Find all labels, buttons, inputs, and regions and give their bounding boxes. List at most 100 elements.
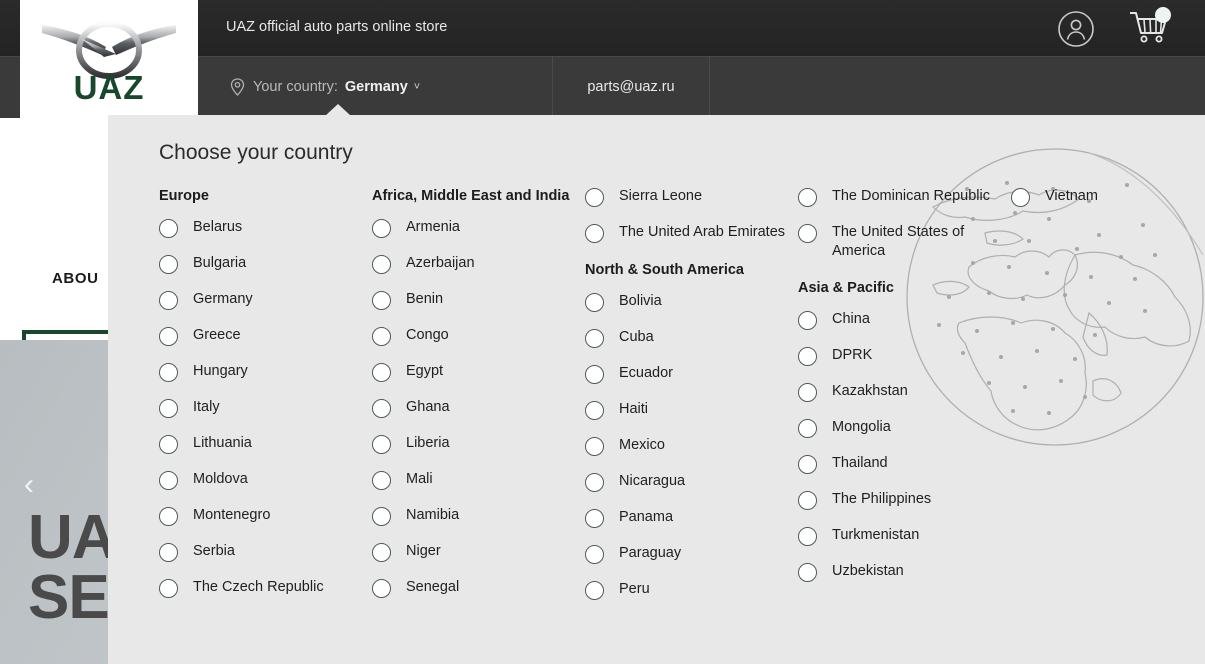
country-option[interactable]: Azerbaijan [372, 254, 585, 275]
carousel-prev-icon[interactable]: ‹ [24, 470, 34, 500]
radio-icon[interactable] [585, 188, 604, 207]
country-option[interactable]: The United States of America [798, 223, 1011, 261]
radio-icon[interactable] [159, 363, 178, 383]
country-label: Mexico [619, 437, 665, 454]
radio-icon[interactable] [585, 473, 604, 493]
country-option[interactable]: Haiti [585, 400, 798, 421]
radio-icon[interactable] [159, 435, 178, 455]
country-option[interactable]: Bulgaria [159, 254, 372, 275]
country-option[interactable]: Congo [372, 326, 585, 347]
country-option[interactable]: Turkmenistan [798, 526, 1011, 546]
radio-icon[interactable] [372, 471, 391, 491]
country-option[interactable]: The United Arab Emirates [585, 223, 798, 243]
country-option[interactable]: Kazakhstan [798, 382, 1011, 402]
country-option[interactable]: DPRK [798, 346, 1011, 366]
country-selector[interactable]: Your country: Germany ˅ [208, 56, 553, 118]
radio-icon[interactable] [372, 399, 391, 419]
radio-icon[interactable] [372, 327, 391, 347]
country-option[interactable]: Cuba [585, 328, 798, 349]
radio-icon[interactable] [159, 291, 178, 311]
radio-icon[interactable] [798, 346, 817, 366]
country-option[interactable]: Paraguay [585, 544, 798, 565]
country-option[interactable]: The Philippines [798, 490, 1011, 510]
country-option[interactable]: Egypt [372, 362, 585, 383]
radio-icon[interactable] [798, 562, 817, 582]
radio-icon[interactable] [372, 363, 391, 383]
radio-icon[interactable] [585, 224, 604, 243]
country-option[interactable]: Ghana [372, 398, 585, 419]
radio-icon[interactable] [798, 490, 817, 510]
country-option[interactable]: Mali [372, 470, 585, 491]
country-option[interactable]: Serbia [159, 542, 372, 563]
radio-icon[interactable] [585, 365, 604, 385]
country-option[interactable]: Greece [159, 326, 372, 347]
radio-icon[interactable] [798, 418, 817, 438]
country-option[interactable]: Lithuania [159, 434, 372, 455]
radio-icon[interactable] [159, 219, 178, 239]
group-heading: Asia & Pacific [798, 279, 894, 296]
radio-icon[interactable] [585, 509, 604, 529]
cart-button[interactable] [1128, 7, 1174, 54]
radio-icon[interactable] [585, 401, 604, 421]
radio-icon[interactable] [159, 543, 178, 563]
nav-item-about[interactable]: ABOU [52, 270, 99, 287]
radio-icon[interactable] [372, 435, 391, 455]
country-option[interactable]: Ecuador [585, 364, 798, 385]
radio-icon[interactable] [159, 579, 178, 599]
country-option[interactable]: Mexico [585, 436, 798, 457]
country-option[interactable]: Moldova [159, 470, 372, 491]
radio-icon[interactable] [798, 310, 817, 330]
radio-icon[interactable] [585, 545, 604, 565]
radio-icon[interactable] [585, 293, 604, 313]
account-button[interactable] [1057, 10, 1095, 53]
country-option[interactable]: Uzbekistan [798, 562, 1011, 582]
radio-icon[interactable] [585, 329, 604, 349]
radio-icon[interactable] [798, 224, 817, 243]
uaz-logo[interactable]: UAZ [20, 0, 198, 118]
country-option[interactable]: Nicaragua [585, 472, 798, 493]
country-option[interactable]: Germany [159, 290, 372, 311]
radio-icon[interactable] [585, 581, 604, 601]
country-option[interactable]: Namibia [372, 506, 585, 527]
radio-icon[interactable] [372, 255, 391, 275]
radio-icon[interactable] [372, 291, 391, 311]
radio-icon[interactable] [372, 507, 391, 527]
radio-icon[interactable] [798, 526, 817, 546]
email-link[interactable]: parts@uaz.ru [587, 79, 674, 95]
country-option[interactable]: Bolivia [585, 292, 798, 313]
country-option[interactable]: Panama [585, 508, 798, 529]
radio-icon[interactable] [1011, 188, 1030, 207]
radio-icon[interactable] [798, 188, 817, 207]
radio-icon[interactable] [372, 579, 391, 599]
radio-icon[interactable] [159, 255, 178, 275]
country-option[interactable]: China [798, 310, 1011, 330]
radio-icon[interactable] [798, 454, 817, 474]
country-option[interactable]: The Dominican Republic [798, 187, 1011, 207]
country-option[interactable]: Armenia [372, 218, 585, 239]
country-option[interactable]: Benin [372, 290, 585, 311]
country-option[interactable]: Peru [585, 580, 798, 601]
country-option[interactable]: Liberia [372, 434, 585, 455]
radio-icon[interactable] [372, 543, 391, 563]
radio-icon[interactable] [159, 471, 178, 491]
radio-icon[interactable] [159, 327, 178, 347]
country-option[interactable]: Niger [372, 542, 585, 563]
country-option[interactable]: Belarus [159, 218, 372, 239]
email-cell[interactable]: parts@uaz.ru [553, 56, 710, 118]
country-label: The Czech Republic [193, 579, 324, 596]
country-option[interactable]: The Czech Republic [159, 578, 372, 599]
country-option[interactable]: Thailand [798, 454, 1011, 474]
country-option[interactable]: Senegal [372, 578, 585, 599]
radio-icon[interactable] [798, 382, 817, 402]
country-option[interactable]: Hungary [159, 362, 372, 383]
country-option[interactable]: Montenegro [159, 506, 372, 527]
radio-icon[interactable] [159, 399, 178, 419]
country-option[interactable]: Sierra Leone [585, 187, 798, 207]
radio-icon[interactable] [585, 437, 604, 457]
radio-icon[interactable] [372, 219, 391, 239]
country-option[interactable]: Italy [159, 398, 372, 419]
radio-icon[interactable] [159, 507, 178, 527]
country-option[interactable]: Vietnam [1011, 187, 1201, 207]
country-option[interactable]: Mongolia [798, 418, 1011, 438]
country-columns: Europe Belarus Bulgaria Germany Greece H… [159, 187, 1205, 664]
